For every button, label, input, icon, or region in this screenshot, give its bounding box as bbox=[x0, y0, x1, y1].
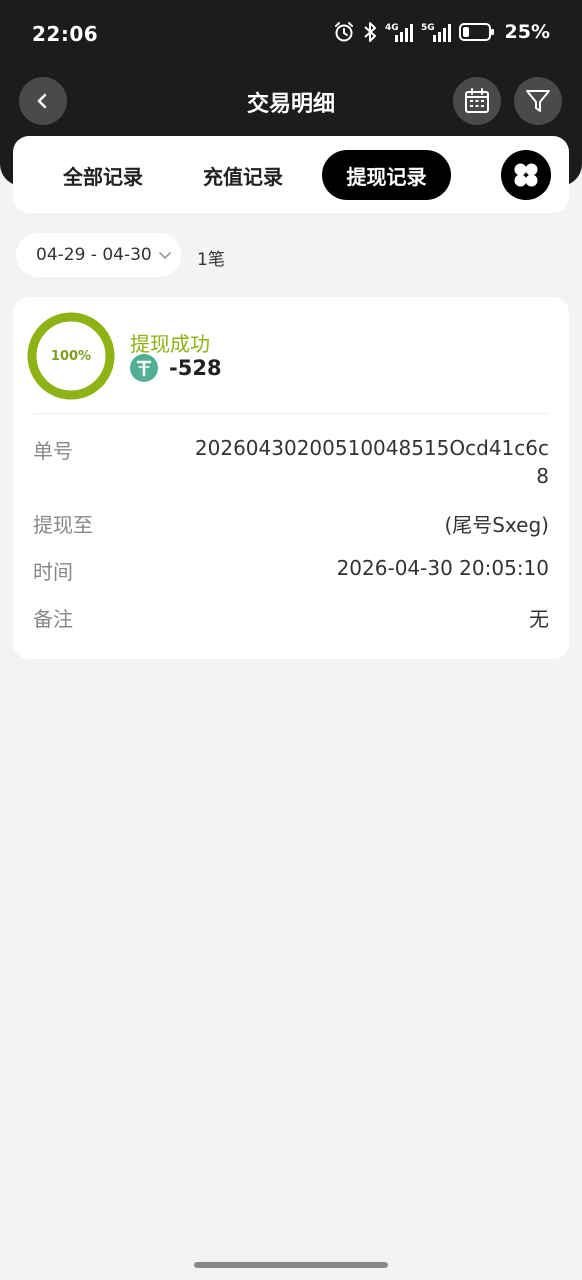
clover-grid-icon bbox=[514, 163, 538, 187]
record-status: 提现成功 bbox=[130, 332, 210, 356]
category-button[interactable] bbox=[501, 150, 551, 200]
order-number-value: 20260430200510048515Ocd41c6c8 bbox=[194, 436, 549, 488]
amount-row: -528 bbox=[130, 354, 222, 382]
calendar-icon bbox=[465, 88, 489, 113]
record-count: 1笔 bbox=[197, 250, 225, 270]
bluetooth-icon bbox=[363, 22, 376, 42]
alarm-icon bbox=[334, 22, 353, 42]
record-tabs: 全部记录 充值记录 提现记录 bbox=[13, 136, 569, 213]
tab-all-records[interactable]: 全部记录 bbox=[43, 150, 163, 200]
note-label: 备注 bbox=[33, 607, 73, 631]
svg-text:5G: 5G bbox=[421, 23, 435, 33]
battery-percent: 25% bbox=[504, 21, 550, 43]
filter-button[interactable] bbox=[514, 77, 562, 125]
chevron-down-icon bbox=[158, 252, 171, 259]
battery-icon bbox=[458, 23, 494, 41]
tab-recharge-records[interactable]: 充值记录 bbox=[183, 150, 303, 200]
status-time: 22:06 bbox=[32, 22, 99, 46]
withdraw-to-label: 提现至 bbox=[33, 513, 93, 537]
time-label: 时间 bbox=[33, 560, 73, 584]
signal-5g-icon: 5G bbox=[421, 23, 451, 42]
tab-withdraw-records[interactable]: 提现记录 bbox=[322, 150, 451, 200]
svg-text:4G: 4G bbox=[385, 23, 399, 33]
home-indicator[interactable] bbox=[194, 1262, 388, 1268]
filter-icon bbox=[526, 90, 550, 112]
date-range-text: 04-29 - 04-30 bbox=[36, 245, 152, 265]
divider bbox=[33, 413, 549, 414]
top-nav: 交易明细 bbox=[0, 76, 582, 126]
status-icons: 4G 5G 25% bbox=[333, 21, 550, 43]
status-bar: 22:06 4G 5G 25% bbox=[0, 0, 582, 68]
time-value: 2026-04-30 20:05:10 bbox=[336, 556, 549, 580]
calendar-button[interactable] bbox=[453, 77, 501, 125]
amount-value: -528 bbox=[169, 356, 222, 380]
signal-4g-icon: 4G bbox=[385, 23, 413, 42]
withdraw-record-card[interactable]: 100% 提现成功 -528 单号 20260430200510048515Oc… bbox=[13, 297, 569, 659]
date-range-selector[interactable]: 04-29 - 04-30 bbox=[16, 233, 181, 277]
tether-icon bbox=[130, 354, 158, 382]
progress-percent: 100% bbox=[50, 348, 92, 364]
order-number-label: 单号 bbox=[33, 439, 73, 463]
withdraw-to-value: (尾号Sxeg) bbox=[444, 513, 549, 537]
note-value: 无 bbox=[529, 607, 549, 631]
